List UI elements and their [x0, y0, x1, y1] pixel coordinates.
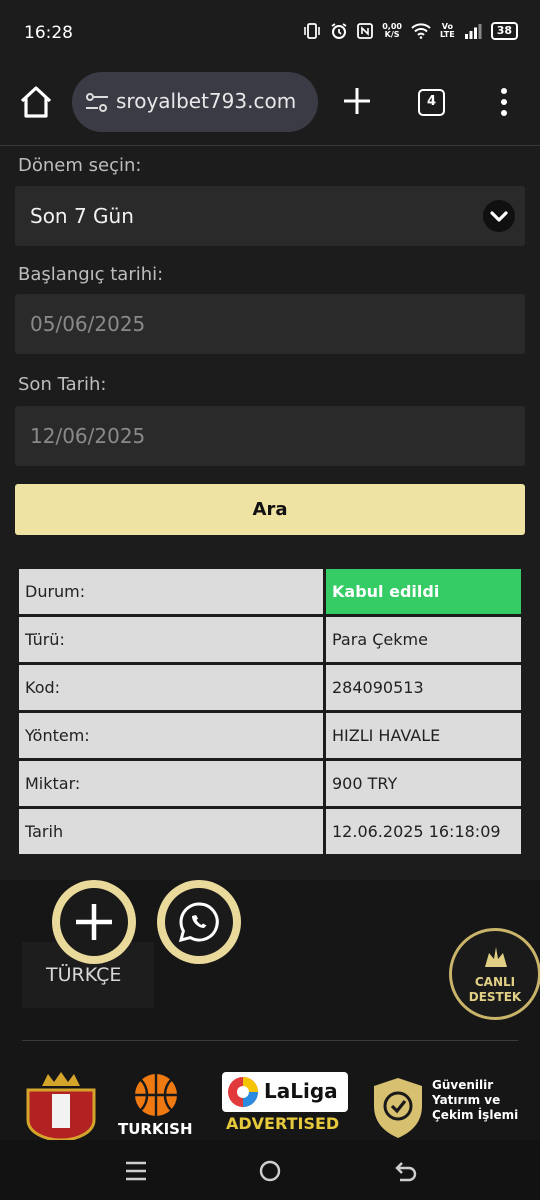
home-nav-icon[interactable]	[258, 1159, 282, 1183]
browser-toolbar: sroyalbet793.com 4	[0, 66, 540, 146]
shield-check-icon	[374, 1078, 422, 1138]
new-tab-icon[interactable]	[340, 84, 374, 118]
period-value: Son 7 Gün	[30, 204, 134, 228]
alarm-icon	[331, 23, 347, 39]
start-date-input[interactable]: 05/06/2025	[15, 294, 525, 354]
start-date-label: Başlangıç tarihi:	[18, 264, 164, 285]
table-row: Miktar: 900 TRY	[19, 761, 521, 806]
site-settings-icon[interactable]	[84, 90, 110, 116]
chevron-down-icon[interactable]	[483, 200, 515, 232]
amount-value: 900 TRY	[326, 761, 521, 806]
amount-key: Miktar:	[19, 761, 323, 806]
live-support-line1: CANLI	[474, 975, 516, 989]
whatsapp-icon	[165, 888, 233, 956]
crown-horse-icon	[485, 947, 507, 967]
end-date-input[interactable]: 12/06/2025	[15, 406, 525, 466]
search-button[interactable]: Ara	[15, 484, 525, 535]
wifi-icon	[411, 23, 431, 39]
period-select[interactable]: Son 7 Gün	[15, 186, 525, 246]
laliga-logo-icon	[228, 1077, 258, 1107]
sponsor-turkish: TURKISH	[118, 1120, 193, 1138]
whatsapp-button[interactable]	[157, 880, 241, 964]
start-date-value: 05/06/2025	[30, 312, 146, 336]
type-value: Para Çekme	[326, 617, 521, 662]
table-row: Durum: Kabul edildi	[19, 569, 521, 614]
club-crest-icon	[26, 1072, 96, 1140]
table-row: Yöntem: HIZLI HAVALE	[19, 713, 521, 758]
language-label[interactable]: TÜRKÇE	[46, 964, 121, 986]
address-bar[interactable]: sroyalbet793.com	[72, 72, 318, 132]
code-key: Kod:	[19, 665, 323, 710]
trust-line1: Güvenilir	[432, 1078, 494, 1092]
battery-indicator: 38	[490, 22, 518, 40]
type-key: Türü:	[19, 617, 323, 662]
url-text[interactable]: sroyalbet793.com	[116, 89, 296, 113]
live-support-button[interactable]: CANLI DESTEK	[449, 928, 540, 1020]
clock: 16:28	[24, 23, 73, 43]
method-value: HIZLI HAVALE	[326, 713, 521, 758]
end-date-value: 12/06/2025	[30, 424, 146, 448]
table-row: Tarih 12.06.2025 16:18:09	[19, 809, 521, 854]
vibrate-icon	[304, 23, 321, 39]
status-icons: 0,00 K/S Vo LTE 38	[303, 22, 518, 40]
sponsor-laliga: LaLiga	[264, 1079, 338, 1103]
footer-divider	[22, 1040, 518, 1041]
volte-badge: Vo LTE	[439, 22, 455, 39]
sponsor-strip: TURKISH LaLiga ADVERTISED Güvenilir Yatı…	[0, 1072, 540, 1140]
tab-switcher-button[interactable]: 4	[418, 89, 445, 116]
nfc-icon	[357, 23, 374, 39]
back-icon[interactable]	[394, 1159, 418, 1183]
system-navigation-bar	[0, 1140, 540, 1200]
trust-line3: Çekim İşlemi	[432, 1108, 519, 1122]
code-value: 284090513	[326, 665, 521, 710]
status-bar: 16:28 0,00 K/S Vo LTE 38	[0, 0, 540, 66]
period-label: Dönem seçin:	[18, 155, 142, 176]
end-date-label: Son Tarih:	[18, 374, 107, 395]
more-menu-icon[interactable]	[492, 86, 516, 118]
signal-icon	[464, 24, 482, 39]
net-speed: 0,00 K/S	[382, 22, 402, 39]
add-button[interactable]	[52, 880, 136, 964]
table-row: Kod: 284090513	[19, 665, 521, 710]
live-support-line2: DESTEK	[468, 990, 522, 1004]
home-icon[interactable]	[18, 84, 54, 120]
sponsor-advertised: ADVERTISED	[226, 1114, 340, 1133]
euroleague-ball-icon	[135, 1074, 177, 1116]
date-key: Tarih	[19, 809, 323, 854]
transaction-details-table: Durum: Kabul edildi Türü: Para Çekme Kod…	[16, 566, 524, 857]
trust-line2: Yatırım ve	[432, 1093, 501, 1107]
laliga-badge: LaLiga	[222, 1072, 348, 1112]
plus-icon	[60, 888, 128, 956]
recent-apps-icon[interactable]	[124, 1160, 148, 1182]
status-key: Durum:	[19, 569, 323, 614]
method-key: Yöntem:	[19, 713, 323, 758]
site-footer: TÜRKÇE CANLI DESTEK TURKISH LaLiga ADVER…	[0, 880, 540, 1140]
table-row: Türü: Para Çekme	[19, 617, 521, 662]
date-value: 12.06.2025 16:18:09	[326, 809, 521, 854]
transaction-history-page: Dönem seçin: Son 7 Gün Başlangıç tarihi:…	[0, 147, 540, 880]
status-badge: Kabul edildi	[326, 569, 521, 614]
